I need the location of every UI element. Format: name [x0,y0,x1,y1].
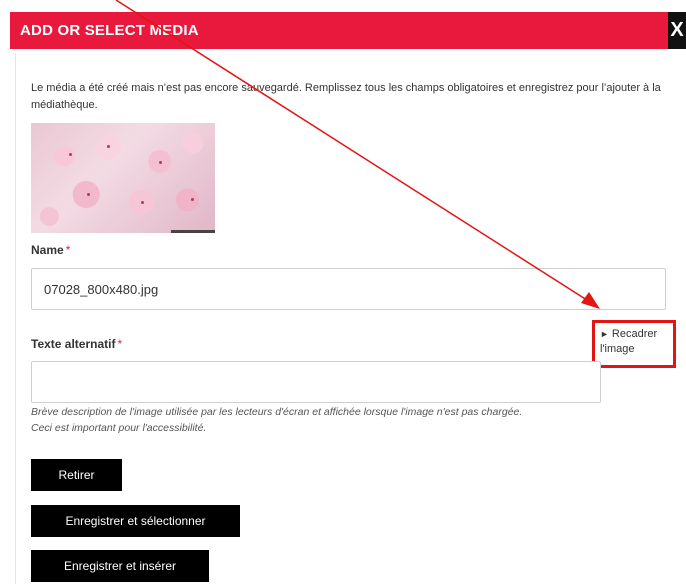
alt-text-help-line-1: Brève description de l'image utilisée pa… [31,406,523,418]
unsaved-media-notice: Le média a été créé mais n’est pas encor… [31,82,661,111]
name-label-text: Name [31,243,64,257]
close-button[interactable]: X [668,12,686,49]
recadrer-image-link[interactable]: ► Recadrer l'image [592,320,676,368]
recadrer-line-2: l'image [600,343,635,355]
alt-text-required-mark: * [117,337,123,351]
alt-text-label: Texte alternatif * [31,337,122,351]
name-label: Name * [31,243,70,257]
recadrer-line-1: ► Recadrer [600,327,673,342]
alt-text-input[interactable] [31,361,601,403]
recadrer-text: Recadrer [611,328,658,340]
triangle-right-icon: ► [600,329,609,339]
dialog-title: ADD OR SELECT MEDIA [10,12,668,49]
name-input[interactable] [31,268,666,310]
save-and-select-button[interactable]: Enregistrer et sélectionner [31,505,240,537]
alt-text-help-line-2: Ceci est important pour l'accessibilité. [31,422,207,434]
remove-button[interactable]: Retirer [31,459,122,491]
save-and-insert-button[interactable]: Enregistrer et insérer [31,550,209,582]
alt-text-help: Brève description de l'image utilisée pa… [31,404,651,436]
name-required-mark: * [65,243,71,257]
media-thumbnail [31,123,215,233]
alt-text-label-text: Texte alternatif [31,337,116,351]
